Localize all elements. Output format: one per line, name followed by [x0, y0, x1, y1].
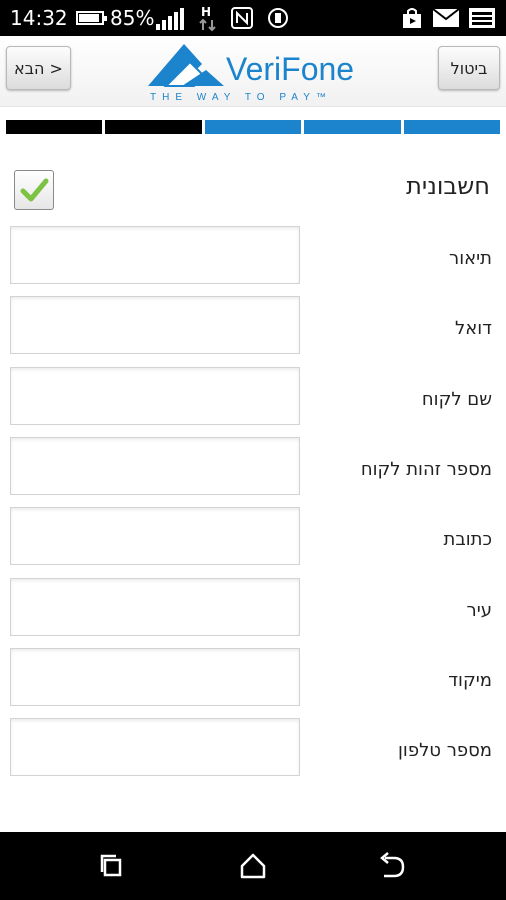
notification-icon — [469, 8, 495, 28]
signal-icon — [156, 8, 184, 30]
form-label: שם לקוח — [421, 389, 492, 410]
invoice-checkbox[interactable] — [14, 170, 54, 210]
store-icon — [403, 8, 421, 28]
progress-segment-complete — [105, 120, 202, 134]
status-time: 14:32 — [10, 6, 68, 30]
form-input[interactable] — [10, 507, 300, 565]
progress-segment-complete — [6, 120, 103, 134]
recent-apps-icon[interactable] — [96, 850, 128, 882]
app-header: הבא > VeriFone THE WAY TO PAY™ ביטול — [0, 36, 506, 107]
verifone-logo-mark: VeriFone THE WAY TO PAY™ — [148, 44, 354, 103]
form-input[interactable] — [10, 296, 300, 354]
form-input[interactable] — [10, 226, 300, 284]
form-input[interactable] — [10, 578, 300, 636]
invoice-title: חשבונית — [406, 172, 490, 200]
h-plus-icon: H — [199, 5, 216, 32]
battery-percent: 85% — [110, 6, 155, 30]
progress-segment-pending — [304, 120, 401, 134]
form-label: תיאור — [449, 248, 492, 269]
mail-icon — [432, 8, 460, 27]
form-input[interactable] — [10, 367, 300, 425]
wizard-progress — [6, 120, 501, 134]
form-label: כתובת — [443, 529, 493, 550]
cancel-button[interactable]: ביטול — [438, 46, 500, 90]
svg-text:H: H — [201, 5, 211, 19]
next-button[interactable]: הבא > — [6, 46, 71, 90]
back-icon[interactable] — [376, 850, 408, 882]
form-input[interactable] — [10, 718, 300, 776]
checkmark-icon — [20, 178, 49, 202]
home-icon[interactable] — [237, 850, 269, 882]
logo-tagline: THE WAY TO PAY™ — [150, 92, 332, 103]
form-label: מספר טלפון — [398, 740, 492, 761]
verifone-logo: VeriFone THE WAY TO PAY™ — [146, 40, 366, 104]
form-label: דואל — [455, 318, 492, 339]
progress-segment-pending — [204, 120, 302, 134]
navigation-bar — [0, 832, 506, 900]
form-input[interactable] — [10, 437, 300, 495]
form-label: עיר — [466, 600, 492, 621]
form-input[interactable] — [10, 648, 300, 706]
progress-segment-pending — [403, 120, 501, 134]
screen-rotate-icon — [268, 8, 288, 28]
form-label: מיקוד — [448, 670, 492, 691]
status-bar: 14:32 85% H — [0, 0, 506, 36]
status-right-icons — [400, 6, 496, 30]
nfc-icon — [231, 7, 253, 29]
logo-text: VeriFone — [226, 51, 354, 87]
battery-icon — [76, 11, 107, 25]
form-label: מספר זהות לקוח — [360, 459, 492, 480]
